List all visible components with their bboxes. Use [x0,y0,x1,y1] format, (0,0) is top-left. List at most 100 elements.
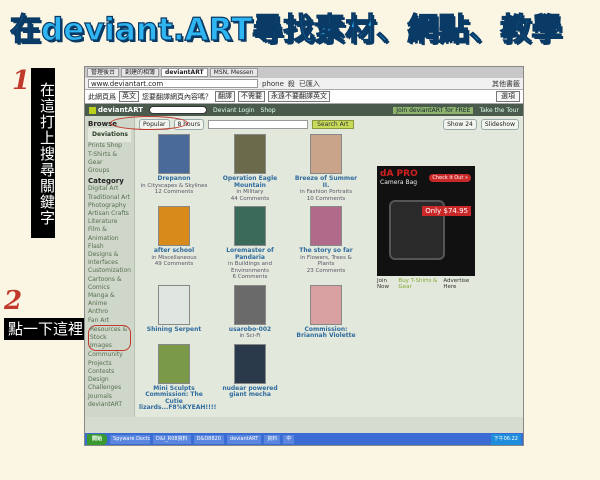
category-photography[interactable]: Photography [88,202,131,210]
thumbnail-image[interactable] [310,134,342,174]
card-category[interactable]: in Flowers, Trees & Plants [291,255,361,268]
ad-shirts-link[interactable]: Buy T-Shirts & Gear [398,278,440,290]
card-category[interactable]: in Buildings and Environments [215,261,285,274]
card-category[interactable]: in Sci-Fi [215,333,285,340]
category-manga[interactable]: Manga & Anime [88,292,131,308]
other-bookmarks[interactable]: 其他書籤 [492,79,520,89]
gallery-card[interactable]: Loremaster of Pandaria in Buildings and E… [215,206,285,281]
thumbnail-image[interactable] [158,343,190,384]
category-digital-art[interactable]: Digital Art [88,185,131,193]
taskbar-item-deviantart[interactable]: deviantART [226,434,262,444]
taskbar-item-spyware[interactable]: Spyware Doctor [110,434,151,444]
card-title[interactable]: Loremaster of Pandaria [215,247,285,261]
card-title[interactable]: Operation Eagle Mountain [215,175,285,189]
thumbnail-image[interactable] [158,134,190,174]
category-fan-art[interactable]: Fan Art [88,317,131,325]
ad-join-link[interactable]: Join Now [377,278,395,290]
card-title[interactable]: nudear powered giant mecha [215,385,285,399]
art-search-input[interactable] [208,120,309,129]
ad-checkout-button[interactable]: Check it Out » [429,174,471,182]
card-title[interactable]: Breeze of Summer II. [291,175,361,189]
no-translate-button[interactable]: 不需要 [238,91,265,102]
nav-shop[interactable]: Shop [261,107,276,114]
gallery-card[interactable]: The story so far in Flowers, Trees & Plan… [291,206,361,281]
thumbnail-image[interactable] [234,206,266,246]
card-title[interactable]: Shining Serpent [139,326,209,334]
gallery-card[interactable]: nudear powered giant mecha [215,343,285,412]
tab-admin[interactable]: 管理後台 [87,68,120,77]
thumbnail-image[interactable] [234,343,266,384]
category-anthro[interactable]: Anthro [88,308,131,316]
translate-options[interactable]: 選項 [496,91,520,102]
never-translate-button[interactable]: 永遠不要翻譯英文 [268,91,330,102]
slideshow-button[interactable]: Slideshow [480,119,519,130]
thumbnail-image[interactable] [310,284,342,325]
url-input[interactable]: www.deviantart.com [88,79,258,88]
card-comments[interactable]: 44 Comments [215,196,285,203]
category-artisan-crafts[interactable]: Artisan Crafts [88,210,131,218]
sidebar-item-tshirts[interactable]: T-Shirts & Gear [88,151,131,167]
ad-advertise-link[interactable]: Advertise Here [443,278,475,290]
category-film[interactable]: Film & Animation [88,226,131,242]
gallery-card[interactable]: usarobo-002 in Sci-Fi [215,284,285,340]
translate-language[interactable]: 英文 [119,91,139,102]
category-contests[interactable]: Contests [88,368,131,376]
category-designs[interactable]: Designs & Interfaces [88,251,131,267]
category-resources-stock[interactable]: Resources & Stock Images [88,324,131,352]
card-category[interactable]: in Fashion Portraits [291,189,361,196]
translate-button[interactable]: 翻譯 [215,91,235,102]
gallery-card[interactable]: Drepanon in Cityscapes & Skylines 12 Comme… [139,134,209,202]
taskbar-item-ime[interactable]: 中 [283,434,295,444]
card-title[interactable]: Commission: Briannah Violette [291,326,361,340]
gallery-card[interactable]: Shining Serpent [139,284,209,340]
thumbnail-image[interactable] [234,284,266,325]
camera-bag-ad[interactable]: dA PRO Camera Bag Check it Out » Only $7… [377,166,475,276]
bookmark-kill[interactable]: 殺 [288,79,295,89]
gallery-card[interactable]: Commission: Briannah Violette [291,284,361,340]
nav-login[interactable]: Deviant Login [213,107,254,114]
deviantart-search-input[interactable] [149,106,208,114]
gallery-card[interactable]: Operation Eagle Mountain in Military 44 Co… [215,134,285,202]
sidebar-item-groups[interactable]: Groups [88,167,131,175]
search-art-button[interactable]: Search Art [312,120,354,129]
category-journals[interactable]: Journals [88,393,131,401]
taskbar-item-data[interactable]: 資料 [264,434,281,444]
card-comments[interactable]: 6 Comments [215,274,285,281]
category-literature[interactable]: Literature [88,218,131,226]
card-comments[interactable]: 49 Comments [139,261,209,268]
category-community[interactable]: Community Projects [88,351,131,367]
sidebar-item-prints[interactable]: Prints Shop [88,142,131,150]
gallery-card[interactable]: Mini Sculpts Commission: The Cutie lizar… [139,343,216,412]
bookmark-phone[interactable]: phone [262,80,284,88]
taskbar-item-files[interactable]: D&I_R08資料 [153,434,191,444]
thumbnail-image[interactable] [158,206,190,246]
thumbnail-image[interactable] [310,206,342,246]
category-traditional-art[interactable]: Traditional Art [88,194,131,202]
thumbnail-image[interactable] [158,284,190,325]
card-comments[interactable]: 23 Comments [291,268,361,275]
gallery-card[interactable]: Breeze of Summer II. in Fashion Portraits… [291,134,361,202]
bookmark-imported[interactable]: 已匯入 [299,79,320,89]
headline: 在deviant.ART尋找素材、網點、教學 [10,11,563,48]
card-comments[interactable]: 10 Comments [291,196,361,203]
category-cartoons[interactable]: Cartoons & Comics [88,276,131,292]
card-comments[interactable]: 12 Comments [139,189,209,196]
start-button[interactable]: 開始 [87,433,108,445]
tab-deviantart[interactable]: deviantART [161,68,208,77]
tab-msn[interactable]: MSN, Messen [209,68,258,77]
tour-link[interactable]: Take the Tour [479,107,519,114]
thumbnail-image[interactable] [234,134,266,174]
category-design-challenges[interactable]: Design Challenges [88,376,131,392]
category-deviantart[interactable]: deviantART [88,401,131,409]
show-count-select[interactable]: Show 24 [443,119,477,130]
card-title[interactable]: Mini Sculpts Commission: The Cutie lizar… [139,385,216,412]
gallery-card[interactable]: after school in Miscellaneous 49 Comments [139,206,209,281]
join-button[interactable]: Join deviantART for FREE [393,106,474,114]
category-customization[interactable]: Customization [88,267,131,275]
category-flash[interactable]: Flash [88,243,131,251]
sidebar-item-deviations[interactable]: Deviations [88,128,131,143]
taskbar-item-folder[interactable]: D&D8820 [193,434,224,444]
card-title[interactable]: The story so far [291,247,361,255]
tab-album[interactable]: 創建的相簿 [121,68,160,77]
deviantart-logo[interactable]: deviantART [89,106,143,114]
